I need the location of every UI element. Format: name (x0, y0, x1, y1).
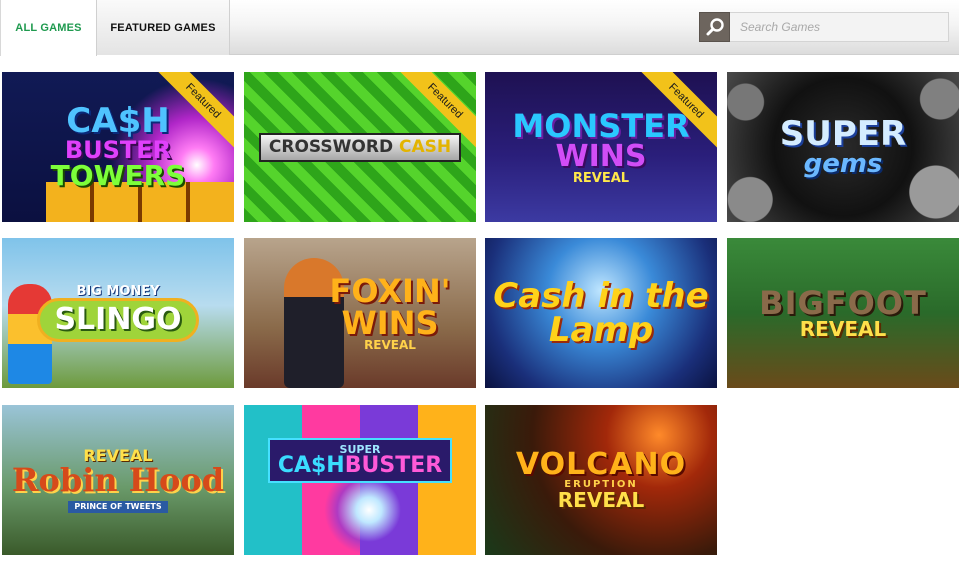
game-title-line: SUPER (779, 114, 907, 154)
game-logo: SUPER gems (772, 117, 914, 177)
game-tile-cash-buster-towers[interactable]: CA$H BUSTER TOWERS Featured (2, 72, 234, 222)
featured-badge: Featured (637, 72, 717, 152)
game-tile-crossword-cash[interactable]: CROSSWORD CASH Featured (244, 72, 476, 222)
search-button[interactable] (699, 12, 730, 42)
game-tile-bigfoot[interactable]: BIGFOOT REVEAL (727, 238, 959, 388)
game-logo: BIG MONEY SLINGO (29, 285, 206, 342)
game-title-line: FOXIN' WINS (329, 272, 451, 342)
game-logo: REVEAL Robin Hood PRINCE OF TWEETS (4, 447, 232, 513)
game-tile-foxin-wins[interactable]: FOXIN' WINS REVEAL (244, 238, 476, 388)
featured-badge: Featured (396, 72, 476, 152)
game-logo: SUPER CA$HBUSTER (267, 437, 453, 483)
game-lobby-header: ALL GAMES FEATURED GAMES (0, 0, 959, 56)
game-title-line: BIGFOOT (759, 284, 927, 322)
featured-ribbon: Featured (637, 72, 717, 152)
search-input[interactable] (730, 12, 949, 42)
game-tile-robin-hood[interactable]: REVEAL Robin Hood PRINCE OF TWEETS (2, 405, 234, 555)
game-tile-super-cash-buster[interactable]: SUPER CA$HBUSTER (244, 405, 476, 555)
game-title-part: CA$H (277, 452, 345, 478)
game-title-line: CROSSWORD (268, 136, 394, 157)
magnifier-icon (706, 18, 724, 36)
game-logo: BIGFOOT REVEAL (751, 287, 935, 339)
game-title-line: REVEAL (557, 488, 645, 512)
search-bar (699, 12, 949, 42)
game-title-line: gems (803, 149, 883, 179)
game-title-line: REVEAL (572, 170, 630, 186)
game-logo: VOLCANO ERUPTION REVEAL (508, 447, 694, 512)
game-title-line: REVEAL (364, 338, 416, 352)
game-title-line: SLINGO (37, 297, 199, 342)
tab-all-games[interactable]: ALL GAMES (0, 0, 97, 56)
game-tile-big-money-slingo[interactable]: BIG MONEY SLINGO (2, 238, 234, 388)
game-title-line: REVEAL (799, 317, 887, 341)
game-title-line: CA$HBUSTER (277, 452, 443, 478)
game-title-line: PRINCE OF TWEETS (68, 500, 168, 513)
game-title-line: BIG MONEY (76, 283, 160, 299)
game-title-part: BUSTER (344, 452, 443, 478)
featured-ribbon: Featured (154, 72, 234, 152)
game-title-line: Cash in the Lamp (493, 276, 709, 350)
game-title-line: Robin Hood (11, 460, 225, 499)
tab-featured-games[interactable]: FEATURED GAMES (97, 0, 230, 55)
game-tile-super-gems[interactable]: SUPER gems (727, 72, 959, 222)
featured-ribbon: Featured (396, 72, 476, 152)
game-title-line: TOWERS (50, 159, 186, 192)
game-logo: FOXIN' WINS REVEAL (304, 275, 476, 351)
game-tile-monster-wins[interactable]: MONSTER WINS REVEAL Featured (485, 72, 717, 222)
game-tile-cash-in-the-lamp[interactable]: Cash in the Lamp (485, 238, 717, 388)
game-title-line: VOLCANO (515, 447, 687, 482)
game-logo: Cash in the Lamp (485, 279, 717, 347)
game-tile-volcano-eruption[interactable]: VOLCANO ERUPTION REVEAL (485, 405, 717, 555)
featured-badge: Featured (154, 72, 234, 152)
